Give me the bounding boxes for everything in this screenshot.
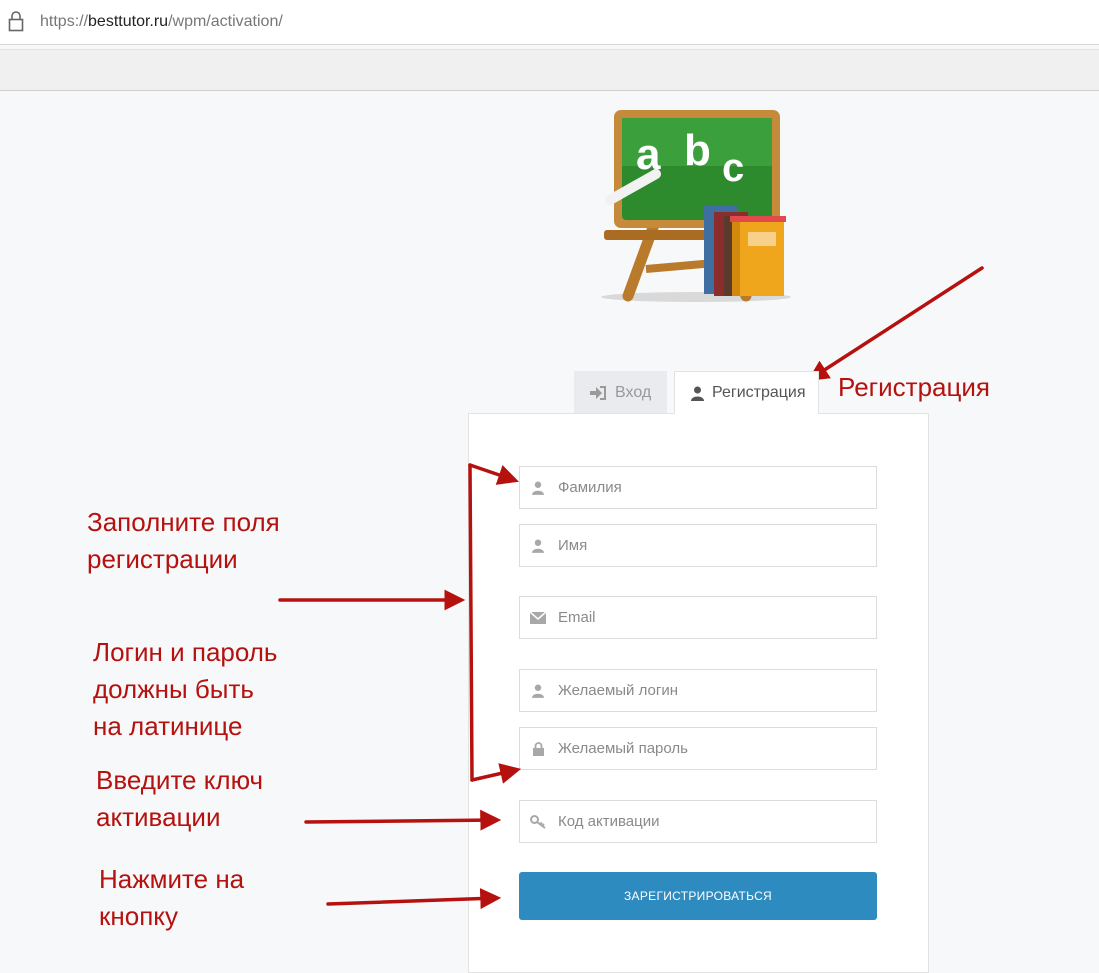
first-name-input[interactable]	[556, 536, 876, 555]
annotation-line: активации	[96, 802, 221, 832]
url-path: /wpm/activation/	[168, 13, 283, 30]
login-field[interactable]	[519, 669, 877, 712]
annotation-fill-fields: Заполните поля регистрации	[87, 504, 280, 578]
register-button[interactable]: ЗАРЕГИСТРИРОВАТЬСЯ	[519, 872, 877, 920]
key-icon	[529, 814, 546, 829]
annotation-line: Заполните поля	[87, 507, 280, 537]
email-input[interactable]	[556, 608, 876, 627]
activation-code-field[interactable]	[519, 800, 877, 843]
user-icon	[532, 481, 544, 495]
arrow-to-register-tab	[807, 266, 984, 381]
password-field[interactable]	[519, 727, 877, 770]
password-input[interactable]	[556, 739, 876, 758]
url-host: besttutor.ru	[88, 13, 169, 30]
annotation-line: регистрации	[87, 544, 238, 574]
url-text[interactable]: https://besttutor.ru/wpm/activation/	[40, 13, 283, 31]
login-input[interactable]	[556, 681, 876, 700]
annotation-line: должны быть	[93, 674, 254, 704]
annotation-enter-key: Введите ключ активации	[96, 762, 263, 836]
user-icon	[532, 684, 544, 698]
logo-letter-c: c	[722, 146, 745, 190]
annotation-line: Введите ключ	[96, 765, 264, 795]
user-icon	[691, 386, 704, 401]
annotation-latin-note: Логин и пароль должны быть на латинице	[93, 634, 277, 745]
tab-register[interactable]: Регистрация	[674, 371, 819, 414]
tab-login[interactable]: Вход	[574, 371, 667, 414]
annotation-line: кнопку	[99, 901, 178, 931]
logo-letter-b: b	[684, 126, 711, 175]
tab-login-label: Вход	[615, 383, 652, 401]
page-toolbar	[0, 49, 1099, 91]
url-scheme: https://	[40, 13, 89, 30]
logo-letter-a: a	[636, 130, 661, 179]
annotation-line: Нажмите на	[99, 864, 245, 894]
annotation-line: Логин и пароль	[93, 637, 278, 667]
first-name-field[interactable]	[519, 524, 877, 567]
last-name-field[interactable]	[519, 466, 877, 509]
last-name-input[interactable]	[556, 478, 876, 497]
annotation-line: на латинице	[93, 711, 243, 741]
user-icon	[532, 539, 544, 553]
address-bar[interactable]: https://besttutor.ru/wpm/activation/	[0, 0, 1099, 45]
email-field[interactable]	[519, 596, 877, 639]
sign-in-icon	[590, 385, 606, 400]
tab-register-label: Регистрация	[712, 384, 806, 401]
envelope-icon	[530, 611, 546, 624]
annotation-press-button: Нажмите на кнопку	[99, 861, 244, 935]
activation-code-input[interactable]	[556, 812, 876, 831]
lock-icon	[8, 11, 24, 32]
lock-icon	[532, 741, 544, 756]
annotation-register-tab: Регистрация	[838, 372, 990, 402]
